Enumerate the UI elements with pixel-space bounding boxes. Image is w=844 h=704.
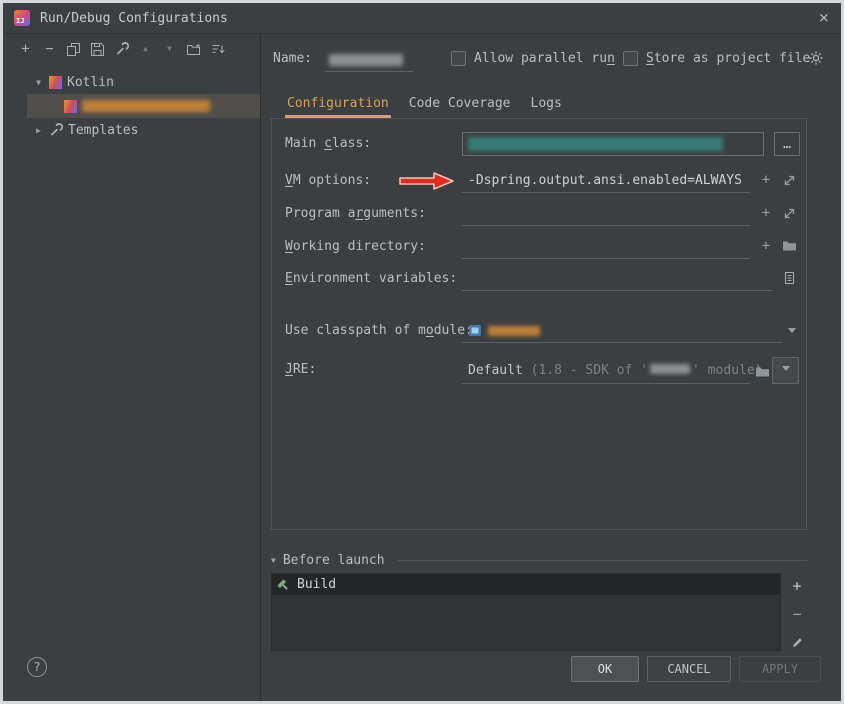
dropdown-arrow-icon [782, 366, 790, 375]
use-classpath-row: Use classpath of module: [272, 318, 806, 345]
jre-value: Default (1.8 - SDK of '' module) [462, 363, 762, 378]
tab-code-coverage[interactable]: Code Coverage [407, 96, 513, 118]
tab-configuration[interactable]: Configuration [285, 96, 391, 118]
program-arguments-label: Program arguments: [285, 206, 426, 221]
add-icon[interactable]: + [757, 204, 775, 222]
chevron-down-icon[interactable]: ▼ [33, 78, 44, 87]
add-configuration-button[interactable]: + [17, 41, 34, 58]
working-directory-row: Working directory: + [272, 234, 806, 261]
use-classpath-label: Use classpath of module: [285, 323, 473, 338]
program-arguments-input[interactable] [462, 202, 750, 226]
hammer-icon [276, 578, 290, 592]
chevron-down-icon[interactable]: ▼ [271, 556, 276, 565]
program-arguments-row: Program arguments: + [272, 201, 806, 228]
vm-options-label: VM options: [285, 173, 371, 188]
intellij-logo-icon: IJ [14, 10, 30, 26]
tree-node-kotlin-label: Kotlin [67, 75, 114, 90]
new-folder-icon[interactable] [185, 41, 202, 58]
edit-templates-wrench-icon[interactable] [113, 41, 130, 58]
name-row: Name: Allow parallel run Store as projec… [261, 46, 841, 74]
window-title: Run/Debug Configurations [40, 11, 228, 26]
configuration-editor: Name: Allow parallel run Store as projec… [261, 34, 841, 701]
main-class-row: Main class: … [272, 131, 806, 158]
module-icon [468, 324, 482, 337]
run-debug-configurations-dialog: IJ Run/Debug Configurations × + − ▲ ▼ [0, 0, 844, 704]
move-up-button[interactable]: ▲ [137, 41, 154, 58]
jre-row: JRE: Default (1.8 - SDK of '' module) [272, 357, 806, 387]
vm-options-row: VM options: -Dspring.output.ansi.enabled… [272, 168, 806, 195]
vm-options-value: -Dspring.output.ansi.enabled=ALWAYS [462, 173, 742, 188]
store-as-project-file-checkbox[interactable] [623, 51, 638, 66]
before-launch-item-build[interactable]: Build [272, 574, 780, 595]
redacted-name-value [329, 54, 403, 66]
templates-wrench-icon [49, 123, 63, 137]
tree-node-selected-configuration[interactable] [27, 94, 260, 118]
save-configuration-icon[interactable] [89, 41, 106, 58]
working-directory-label: Working directory: [285, 239, 426, 254]
kotlin-icon [49, 76, 62, 89]
tab-logs[interactable]: Logs [529, 96, 564, 118]
sidebar-toolbar: + − ▲ ▼ [3, 34, 260, 64]
annotation-arrow-icon [398, 171, 456, 191]
environment-variables-row: Environment variables: [272, 266, 806, 293]
env-list-icon[interactable] [780, 269, 798, 287]
before-launch-title: Before launch [283, 553, 385, 568]
close-icon[interactable]: × [819, 10, 829, 27]
configurations-tree: ▼ Kotlin ▶ Templates [3, 70, 260, 142]
environment-variables-input[interactable] [462, 267, 772, 291]
before-launch-separator [398, 560, 807, 561]
folder-icon[interactable] [780, 237, 798, 255]
jre-combo[interactable]: Default (1.8 - SDK of '' module) [462, 357, 750, 384]
redacted-jre-module-name [650, 364, 690, 374]
jre-label: JRE: [285, 362, 316, 377]
redacted-main-class-value [468, 137, 723, 151]
working-directory-input[interactable] [462, 235, 750, 259]
tab-bar: Configuration Code Coverage Logs [261, 86, 841, 118]
main-class-input[interactable] [462, 132, 764, 156]
allow-parallel-run-checkbox[interactable] [451, 51, 466, 66]
ok-button[interactable]: OK [571, 656, 639, 682]
expand-icon[interactable] [780, 171, 798, 189]
move-down-button[interactable]: ▼ [161, 41, 178, 58]
main-class-label: Main class: [285, 136, 371, 151]
edit-pencil-icon[interactable] [788, 633, 806, 651]
name-input[interactable] [325, 48, 413, 72]
tree-node-templates[interactable]: ▶ Templates [3, 118, 260, 142]
vm-options-input[interactable]: -Dspring.output.ansi.enabled=ALWAYS [462, 169, 750, 193]
tree-node-templates-label: Templates [68, 123, 138, 138]
before-launch-item-label: Build [297, 577, 336, 592]
add-before-launch-task-button[interactable]: + [788, 577, 806, 595]
remove-before-launch-task-button[interactable]: − [788, 605, 806, 623]
dropdown-arrow-icon[interactable] [788, 328, 796, 337]
title-bar: IJ Run/Debug Configurations × [3, 3, 841, 34]
help-button[interactable]: ? [27, 657, 47, 677]
name-label: Name: [273, 51, 312, 66]
folder-icon[interactable] [753, 363, 771, 381]
browse-main-class-button[interactable]: … [774, 132, 800, 156]
tree-node-kotlin[interactable]: ▼ Kotlin [3, 70, 260, 94]
gear-icon[interactable] [808, 50, 824, 70]
apply-button[interactable]: APPLY [739, 656, 821, 682]
copy-configuration-icon[interactable] [65, 41, 82, 58]
redacted-configuration-name [82, 100, 210, 112]
expand-icon[interactable] [780, 204, 798, 222]
use-classpath-combo[interactable] [462, 319, 782, 343]
add-icon[interactable]: + [757, 237, 775, 255]
redacted-module-name [488, 326, 540, 336]
add-icon[interactable]: + [757, 171, 775, 189]
store-as-project-file-label[interactable]: Store as project file [646, 51, 810, 66]
allow-parallel-run-label[interactable]: Allow parallel run [474, 51, 615, 66]
kotlin-icon [64, 100, 77, 113]
configurations-sidebar: + − ▲ ▼ ▼ Kotlin [3, 34, 261, 701]
before-launch-list[interactable]: Build [271, 573, 781, 651]
before-launch-header[interactable]: ▼ Before launch [271, 553, 807, 568]
intellij-logo-text: IJ [16, 17, 24, 25]
jre-dropdown-button[interactable] [772, 357, 799, 384]
chevron-right-icon[interactable]: ▶ [33, 126, 44, 135]
remove-configuration-button[interactable]: − [41, 41, 58, 58]
sort-configurations-icon[interactable] [209, 41, 226, 58]
cancel-button[interactable]: CANCEL [647, 656, 731, 682]
environment-variables-label: Environment variables: [285, 271, 457, 286]
configuration-form: Main class: … VM options: -Dspring.outpu… [271, 118, 807, 530]
